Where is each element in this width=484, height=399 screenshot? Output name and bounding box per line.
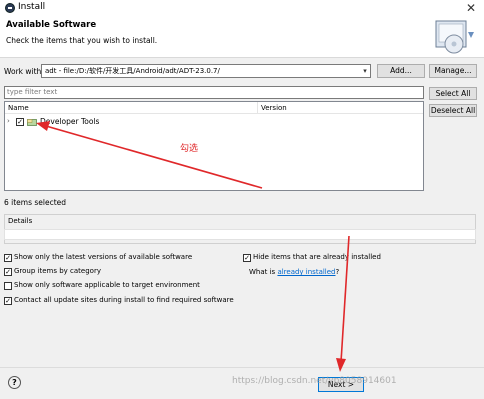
- arrow-to-checkbox-head: [36, 121, 50, 131]
- arrow-to-next-line: [340, 235, 350, 363]
- arrow-to-checkbox-line: [45, 125, 263, 189]
- annotation-arrows: [36, 121, 350, 372]
- arrow-to-next-head: [336, 358, 346, 372]
